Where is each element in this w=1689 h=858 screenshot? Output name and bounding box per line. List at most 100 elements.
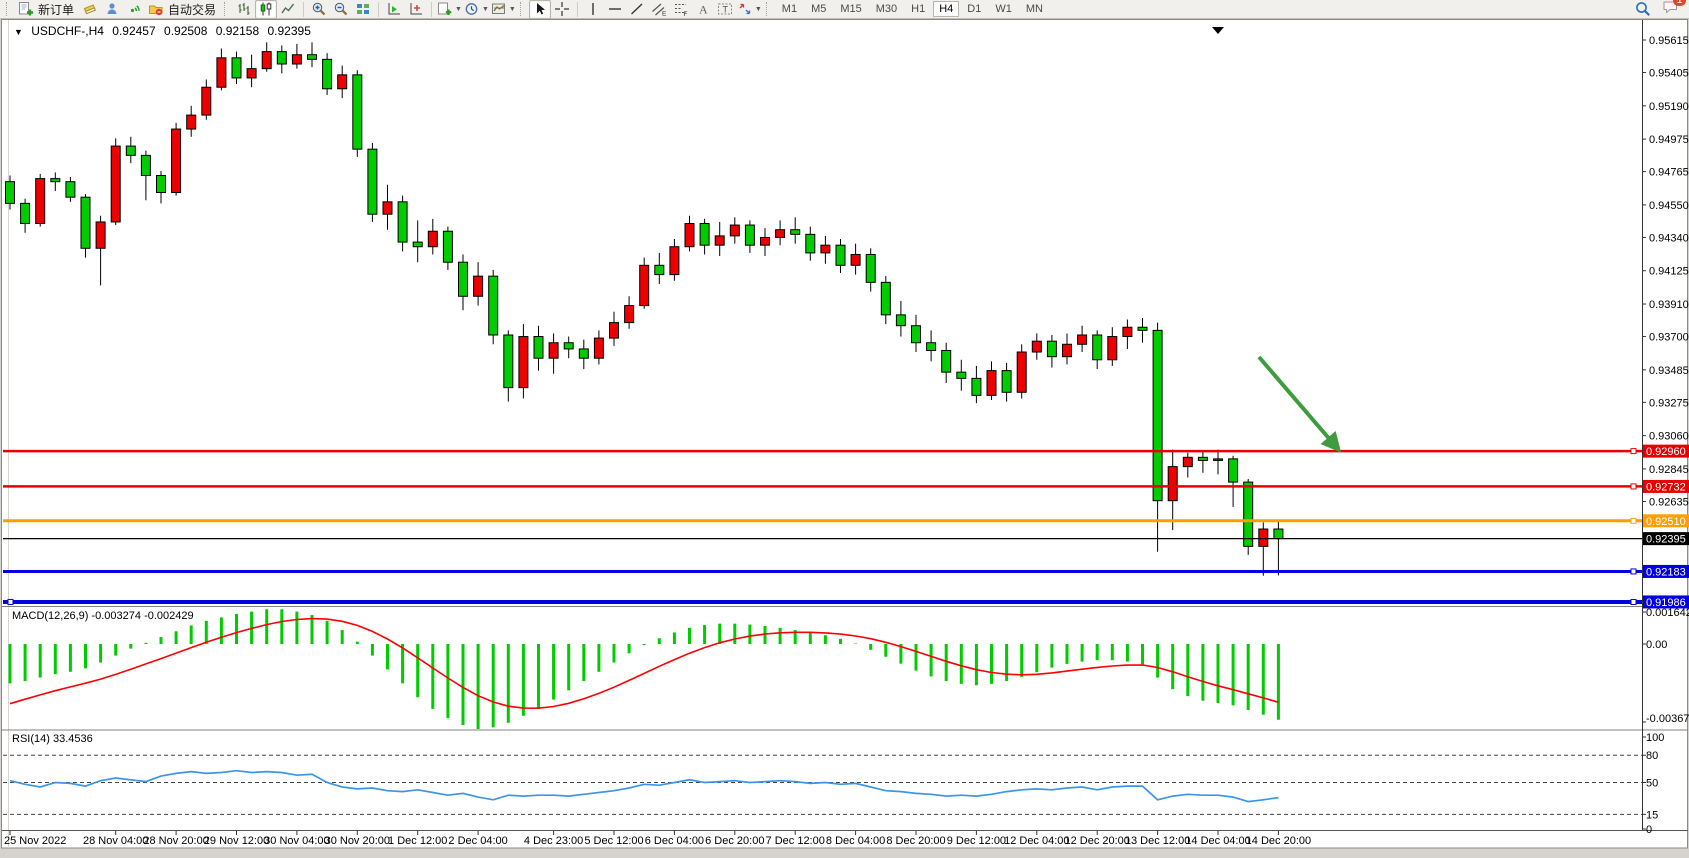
candlestick [836,245,845,265]
candlestick [202,87,211,115]
timeframe-m5[interactable]: M5 [805,1,832,17]
tile-windows-button[interactable] [352,0,374,19]
candlestick [715,236,724,245]
line-end-marker[interactable] [1631,569,1636,574]
chart-forward-button[interactable] [383,0,405,19]
toolbar-grip[interactable] [224,2,229,16]
candlestick [1153,330,1162,500]
price-line-label: 0.92960 [1646,446,1686,458]
new-order-label[interactable]: 新订单 [38,1,74,18]
indicators-icon [491,1,507,17]
timeframe-m1[interactable]: M1 [776,1,803,17]
price-line-label: 0.92395 [1646,534,1686,546]
timeframe-m30[interactable]: M30 [870,1,903,17]
fibonacci-button[interactable]: F [670,0,692,19]
candlestick [1183,457,1192,466]
new-order-button[interactable] [15,0,37,19]
indicators-button[interactable]: ▼ [490,0,517,19]
chart-forward-icon [386,1,402,17]
toolbar-grip[interactable] [6,2,11,16]
price-tick-label: 0.93910 [1649,299,1689,311]
candlestick [881,282,890,315]
zoom-in-button[interactable] [308,0,330,19]
trendline-button[interactable] [626,0,648,19]
candlestick [670,247,679,275]
periodicity-button[interactable]: ▼ [463,0,490,19]
candlestick [519,337,528,388]
chevron-down-icon: ▼ [482,6,489,13]
text-button[interactable]: A [692,0,714,19]
bar-chart-button[interactable] [233,0,255,19]
candlestick [474,276,483,296]
timeframe-mn[interactable]: MN [1020,1,1049,17]
vertical-line-button[interactable] [582,0,604,19]
candlestick [141,155,150,175]
rsi-level-label: 50 [1646,778,1658,790]
signal-button[interactable] [123,0,145,19]
price-tick-label: 0.94550 [1649,200,1689,212]
candlestick [1138,327,1147,330]
line-end-marker[interactable] [1631,449,1636,454]
new-order-icon [18,1,34,17]
horizontal-line-button[interactable] [604,0,626,19]
chart-shift-button[interactable] [405,0,427,19]
auto-trading-label[interactable]: 自动交易 [168,1,216,18]
timeframe-m15[interactable]: M15 [834,1,867,17]
line-chart-button[interactable] [277,0,299,19]
candlestick [1032,341,1041,352]
auto-trading-button[interactable] [145,0,167,19]
timeframe-d1[interactable]: D1 [961,1,987,17]
line-end-marker[interactable] [8,599,13,604]
price-tick-label: 0.93485 [1649,365,1689,377]
toolbar-grip[interactable] [520,2,525,16]
fibonacci-icon: F [673,1,689,17]
date-tick-label: 1 Dec 12:00 [388,835,447,847]
toolbar-separator [431,2,432,17]
candlestick [51,179,60,182]
eraser-button[interactable] [79,0,101,19]
trendline-icon [629,1,645,17]
cursor-icon [532,1,548,17]
candlestick [292,55,301,64]
cursor-button[interactable] [529,0,551,19]
candlestick [610,323,619,338]
candlestick [821,245,830,253]
timeframe-h4[interactable]: H4 [933,1,959,17]
candlestick [489,276,498,335]
text-label-button[interactable]: T [714,0,736,19]
line-end-marker[interactable] [1631,599,1636,604]
crosshair-button[interactable] [551,0,573,19]
candlestick [262,52,271,69]
timeframe-w1[interactable]: W1 [989,1,1018,17]
chart-window [2,20,1688,849]
toolbar-separator [577,2,578,17]
candlestick [655,265,664,274]
publisher-button[interactable] [101,0,123,19]
candlestick [96,222,105,248]
line-end-marker[interactable] [1631,484,1636,489]
new-chart-icon [437,1,453,17]
search-icon[interactable] [1635,1,1652,18]
candlestick [1063,344,1072,356]
price-line-label: 0.92183 [1646,566,1686,578]
toolbar-grip[interactable] [766,2,771,16]
candlestick [745,225,754,245]
arrows-button[interactable]: ▼ [736,0,763,19]
candlestick-chart-button[interactable] [255,0,277,19]
price-tick-label: 0.94125 [1649,266,1689,278]
chart-title: ▼ USDCHF-,H4 0.92457 0.92508 0.92158 0.9… [14,24,316,38]
candlestick [443,231,452,262]
chevron-down-icon: ▼ [755,6,762,13]
notifications-button[interactable]: 1 [1662,0,1680,20]
chart-menu-caret[interactable]: ▼ [14,27,23,37]
candlestick [338,75,347,89]
macd-label: MACD(12,26,9) -0.003274 -0.002429 [12,610,194,622]
zoom-out-button[interactable] [330,0,352,19]
candlestick [1047,341,1056,356]
new-chart-button[interactable]: ▼ [436,0,463,19]
line-end-marker[interactable] [1631,518,1636,523]
timeframe-h1[interactable]: H1 [905,1,931,17]
candlestick [896,315,905,326]
equidistant-channel-button[interactable]: E [648,0,670,19]
horizontal-line-icon [607,1,623,17]
